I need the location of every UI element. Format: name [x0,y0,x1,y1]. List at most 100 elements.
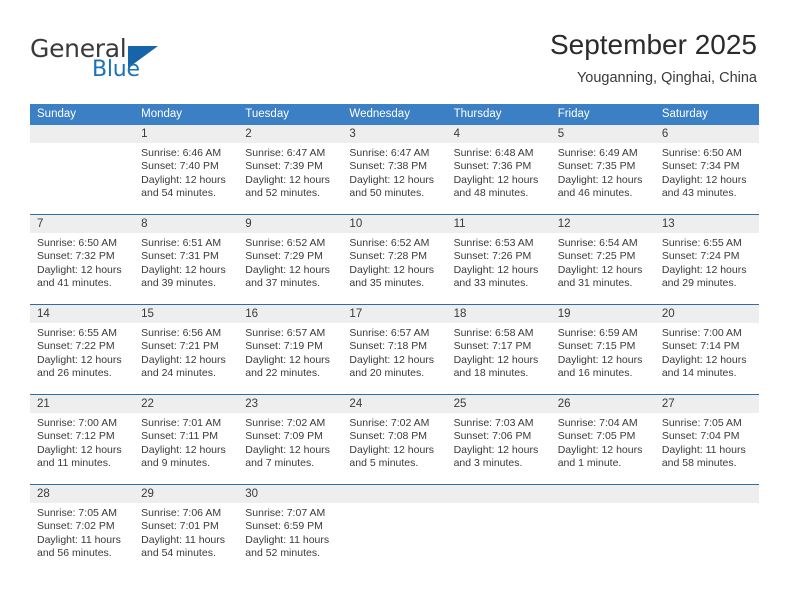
day-cell[interactable]: Sunrise: 7:05 AM Sunset: 7:04 PM Dayligh… [655,413,759,484]
day-cell[interactable]: Sunrise: 6:49 AM Sunset: 7:35 PM Dayligh… [551,143,655,214]
day-number[interactable]: 27 [655,395,759,413]
sunset-text: Sunset: 7:21 PM [141,340,219,353]
sunrise-text: Sunrise: 6:55 AM [37,327,117,339]
day-cell[interactable]: Sunrise: 6:59 AM Sunset: 7:15 PM Dayligh… [551,323,655,394]
day-cell[interactable] [30,143,134,214]
day-number[interactable]: 18 [447,305,551,323]
day-number[interactable]: 16 [238,305,342,323]
sunset-text: Sunset: 7:08 PM [349,430,428,443]
general-blue-logo[interactable]: General Blue [30,34,230,92]
daylight-text: Daylight: 12 hours and 37 minutes. [245,263,330,290]
day-cell[interactable]: Sunrise: 7:05 AM Sunset: 7:02 PM Dayligh… [30,503,134,574]
sunset-text: Sunset: 7:02 PM [37,520,115,533]
day-number[interactable]: 25 [447,395,551,413]
week-row: 1 2 3 4 5 6 Sunrise: 6:46 AM Sunset: 7:4… [30,125,759,214]
day-cell[interactable]: Sunrise: 7:01 AM Sunset: 7:11 PM Dayligh… [134,413,238,484]
daylight-text: Daylight: 12 hours and 48 minutes. [453,173,539,200]
daylight-text: Daylight: 12 hours and 50 minutes. [349,173,435,200]
day-number[interactable]: 26 [551,395,655,413]
day-number[interactable]: 14 [30,305,134,323]
day-number[interactable]: 24 [342,395,446,413]
day-number[interactable]: 1 [134,125,238,143]
day-number-band: 28 29 30 [30,485,759,503]
sunset-text: Sunset: 7:36 PM [453,160,532,173]
day-number-band: 14 15 16 17 18 19 20 [30,305,759,323]
day-cell[interactable]: Sunrise: 6:51 AM Sunset: 7:31 PM Dayligh… [134,233,238,304]
day-cell[interactable]: Sunrise: 7:00 AM Sunset: 7:12 PM Dayligh… [30,413,134,484]
day-cell[interactable]: Sunrise: 7:03 AM Sunset: 7:06 PM Dayligh… [447,413,551,484]
day-number[interactable]: 29 [134,485,238,503]
day-number[interactable]: 22 [134,395,238,413]
day-cell[interactable]: Sunrise: 6:57 AM Sunset: 7:19 PM Dayligh… [238,323,342,394]
day-cell[interactable]: Sunrise: 6:48 AM Sunset: 7:36 PM Dayligh… [447,143,551,214]
day-cell[interactable] [447,503,551,574]
sunset-text: Sunset: 7:26 PM [453,250,532,263]
day-number[interactable]: 5 [551,125,655,143]
sunset-text: Sunset: 7:17 PM [453,340,532,353]
day-cell[interactable]: Sunrise: 6:47 AM Sunset: 7:39 PM Dayligh… [238,143,342,214]
day-number[interactable]: 8 [134,215,238,233]
day-cell[interactable]: Sunrise: 6:57 AM Sunset: 7:18 PM Dayligh… [342,323,446,394]
day-cell[interactable]: Sunrise: 6:55 AM Sunset: 7:24 PM Dayligh… [655,233,759,304]
day-number[interactable]: 19 [551,305,655,323]
day-number[interactable]: 10 [342,215,446,233]
day-number[interactable]: 6 [655,125,759,143]
day-number[interactable]: 7 [30,215,134,233]
sunrise-text: Sunrise: 7:03 AM [453,417,534,429]
day-cell[interactable]: Sunrise: 7:06 AM Sunset: 7:01 PM Dayligh… [134,503,238,574]
day-number[interactable]: 20 [655,305,759,323]
day-cell[interactable]: Sunrise: 7:02 AM Sunset: 7:08 PM Dayligh… [342,413,446,484]
day-cell[interactable]: Sunrise: 6:47 AM Sunset: 7:38 PM Dayligh… [342,143,446,214]
day-cell[interactable] [342,503,446,574]
day-cell[interactable]: Sunrise: 6:52 AM Sunset: 7:28 PM Dayligh… [342,233,446,304]
daylight-text: Daylight: 12 hours and 52 minutes. [245,173,330,200]
day-number[interactable]: 4 [447,125,551,143]
sunrise-text: Sunrise: 6:55 AM [661,237,742,249]
sunset-text: Sunset: 7:15 PM [557,340,636,353]
day-cell[interactable] [655,503,759,574]
day-cell[interactable]: Sunrise: 6:46 AM Sunset: 7:40 PM Dayligh… [134,143,238,214]
day-number[interactable]: 23 [238,395,342,413]
day-cell[interactable]: Sunrise: 6:56 AM Sunset: 7:21 PM Dayligh… [134,323,238,394]
day-cell[interactable]: Sunrise: 6:53 AM Sunset: 7:26 PM Dayligh… [447,233,551,304]
day-number[interactable] [30,125,134,143]
day-number[interactable]: 17 [342,305,446,323]
day-cell[interactable]: Sunrise: 7:02 AM Sunset: 7:09 PM Dayligh… [238,413,342,484]
day-number[interactable] [551,485,655,503]
day-cell[interactable]: Sunrise: 6:54 AM Sunset: 7:25 PM Dayligh… [551,233,655,304]
sunset-text: Sunset: 7:39 PM [245,160,323,173]
day-number[interactable]: 21 [30,395,134,413]
day-number[interactable]: 12 [551,215,655,233]
daylight-text: Daylight: 12 hours and 18 minutes. [453,353,539,380]
sunrise-text: Sunrise: 6:47 AM [349,147,430,159]
day-number[interactable]: 15 [134,305,238,323]
day-cell[interactable]: Sunrise: 7:04 AM Sunset: 7:05 PM Dayligh… [551,413,655,484]
day-cell[interactable]: Sunrise: 6:58 AM Sunset: 7:17 PM Dayligh… [447,323,551,394]
day-number[interactable]: 9 [238,215,342,233]
weekday-header-sunday: Sunday [37,108,77,120]
daylight-text: Daylight: 12 hours and 33 minutes. [453,263,539,290]
day-number[interactable]: 28 [30,485,134,503]
daylight-text: Daylight: 11 hours and 52 minutes. [245,533,330,560]
day-number[interactable] [342,485,446,503]
sunset-text: Sunset: 7:05 PM [557,430,636,443]
day-number[interactable] [655,485,759,503]
day-number[interactable] [447,485,551,503]
day-number-band: 7 8 9 10 11 12 13 [30,215,759,233]
daylight-text: Daylight: 11 hours and 54 minutes. [141,533,225,560]
day-number[interactable]: 30 [238,485,342,503]
day-cell[interactable] [551,503,655,574]
daylight-text: Daylight: 12 hours and 26 minutes. [37,353,122,380]
day-cell[interactable]: Sunrise: 6:50 AM Sunset: 7:34 PM Dayligh… [655,143,759,214]
day-body-row: Sunrise: 7:00 AM Sunset: 7:12 PM Dayligh… [30,413,759,484]
day-number[interactable]: 11 [447,215,551,233]
day-cell[interactable]: Sunrise: 6:55 AM Sunset: 7:22 PM Dayligh… [30,323,134,394]
day-cell[interactable]: Sunrise: 6:50 AM Sunset: 7:32 PM Dayligh… [30,233,134,304]
day-cell[interactable]: Sunrise: 7:07 AM Sunset: 6:59 PM Dayligh… [238,503,342,574]
day-cell[interactable]: Sunrise: 6:52 AM Sunset: 7:29 PM Dayligh… [238,233,342,304]
day-number[interactable]: 3 [342,125,446,143]
day-number[interactable]: 13 [655,215,759,233]
day-number[interactable]: 2 [238,125,342,143]
day-cell[interactable]: Sunrise: 7:00 AM Sunset: 7:14 PM Dayligh… [655,323,759,394]
sunrise-text: Sunrise: 6:53 AM [453,237,534,249]
